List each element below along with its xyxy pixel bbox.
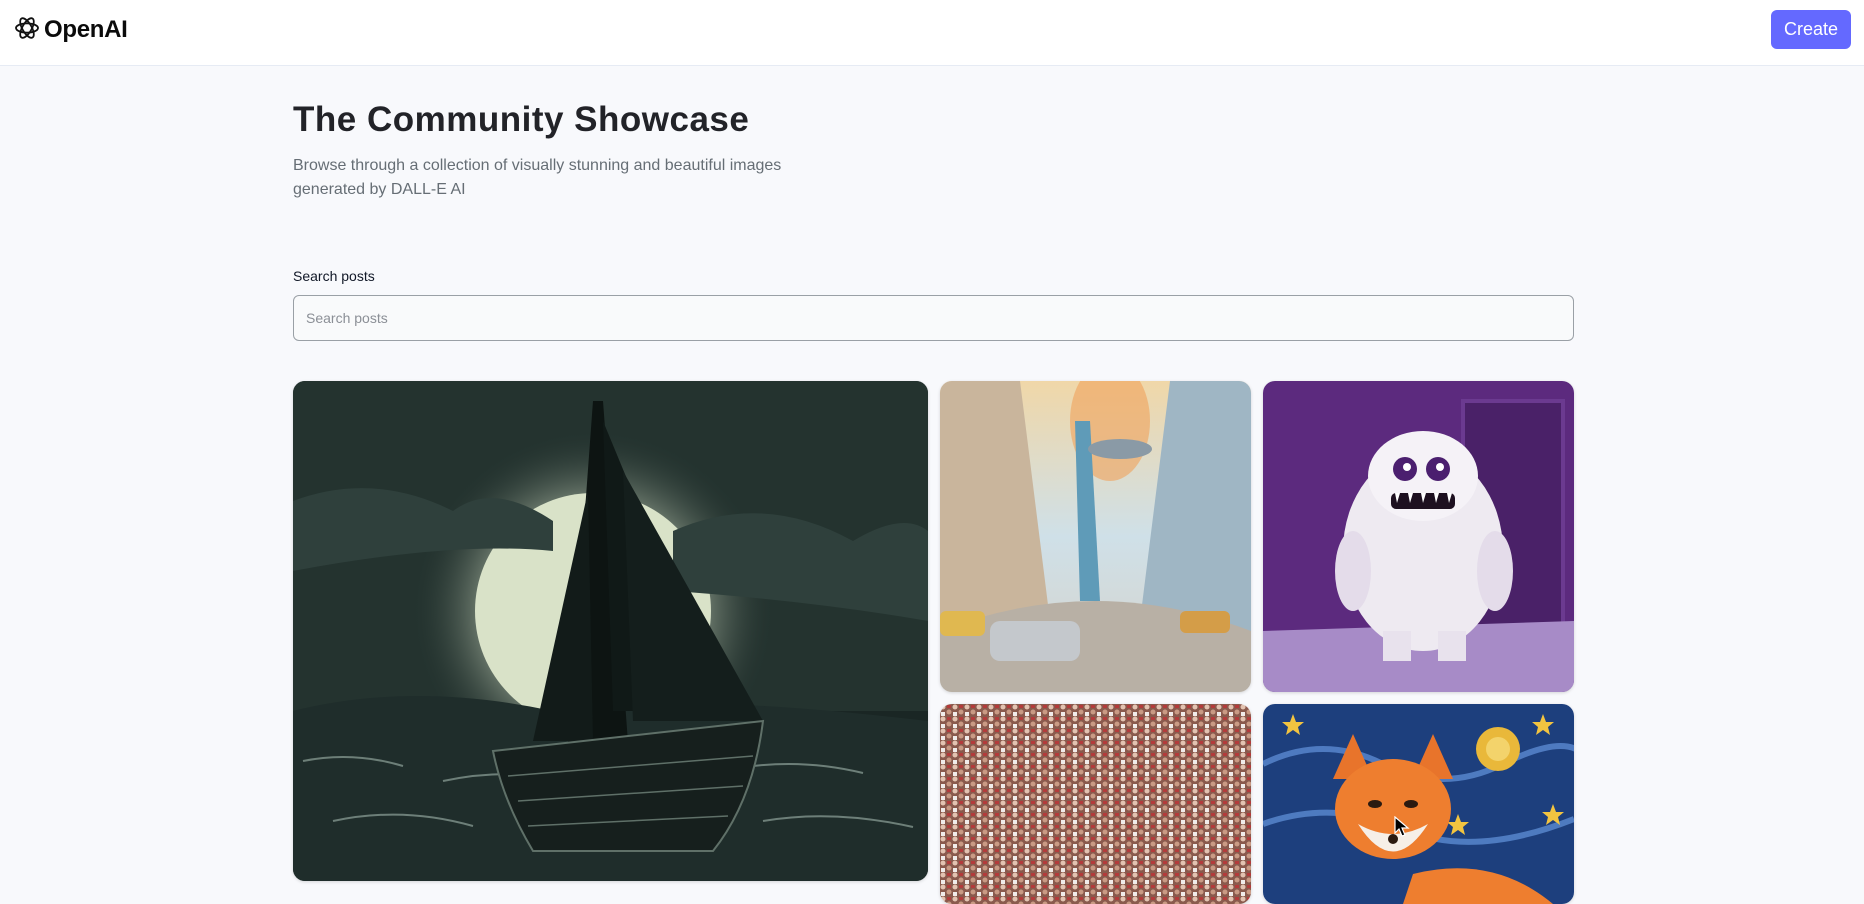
- page-subtitle: Browse through a collection of visually …: [293, 157, 782, 198]
- post-card-fox[interactable]: [1263, 704, 1574, 904]
- fox-image: [1263, 704, 1574, 904]
- post-card-sailboat[interactable]: [293, 381, 928, 881]
- monster-image: [1263, 381, 1574, 692]
- post-card-city[interactable]: [940, 381, 1251, 692]
- crowd-image: [940, 704, 1251, 904]
- page-title: The Community Showcase: [293, 100, 750, 139]
- search-input[interactable]: [293, 295, 1574, 341]
- logo-link[interactable]: OpenAI: [14, 14, 128, 46]
- openai-logo-icon: [14, 15, 40, 46]
- search-label: Search posts: [293, 268, 375, 284]
- post-card-monster[interactable]: [1263, 381, 1574, 692]
- logo-text: OpenAI: [44, 16, 128, 43]
- city-image: [940, 381, 1251, 692]
- mouse-cursor-icon: [1394, 815, 1410, 843]
- sailboat-image: [293, 381, 928, 881]
- top-navbar: OpenAI Create: [0, 0, 1864, 66]
- post-card-crowd[interactable]: [940, 704, 1251, 904]
- create-button[interactable]: Create: [1771, 10, 1851, 49]
